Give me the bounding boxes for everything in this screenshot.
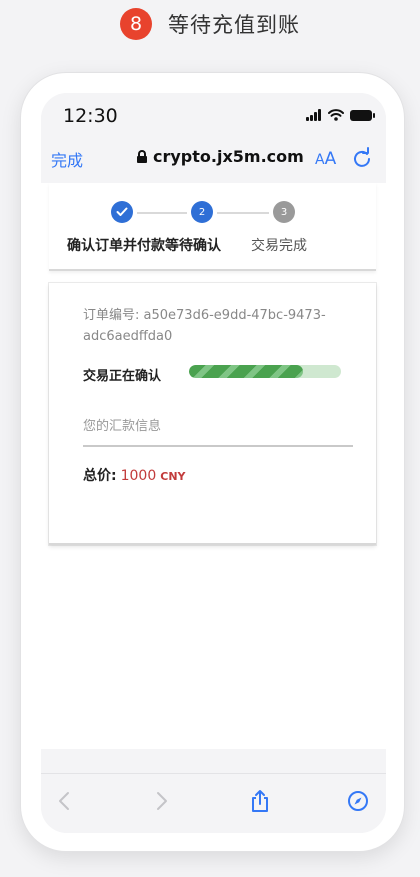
web-page: 2 3 确认订单并付款等待确认 交易完成 订单编号: a50e73d6-e9dd… [41,183,386,749]
share-icon [252,790,268,812]
step-3-indicator: 3 [273,201,295,223]
step-2-indicator: 2 [191,201,213,223]
status-time: 12:30 [63,105,118,127]
chevron-right-icon [157,792,167,810]
divider [83,445,353,447]
url-field[interactable]: crypto.jx5m.com [137,147,304,166]
phone-screen: 12:30 完成 crypto.jx5m.com AA 2 3 确认订单并付款等… [41,93,386,833]
phone-frame: 12:30 完成 crypto.jx5m.com AA 2 3 确认订单并付款等… [20,72,405,852]
order-card: 订单编号: a50e73d6-e9dd-47bc-9473-adc6aedffd… [49,283,376,545]
text-size-button[interactable]: AA [315,149,336,169]
status-icons [306,109,375,121]
step-1-2-labels: 确认订单并付款等待确认 [67,235,221,255]
order-id: 订单编号: a50e73d6-e9dd-47bc-9473-adc6aedffd… [83,305,333,347]
signal-icon [306,109,322,121]
back-button[interactable] [51,788,77,814]
order-id-label: 订单编号: [83,308,140,323]
check-icon [116,207,128,216]
battery-icon [350,109,375,121]
lock-icon [137,150,147,163]
remit-info-label: 您的汇款信息 [83,419,162,434]
wifi-icon [328,109,344,121]
step-connector-1 [137,212,187,214]
instruction-header: 8 等待充值到账 [0,6,420,42]
step-1-indicator [111,201,133,223]
compass-icon [348,791,368,811]
total-label: 总价: [83,468,117,484]
total-price: 总价: 1000 CNY [83,465,186,485]
url-text: crypto.jx5m.com [153,147,304,166]
step-1-label: 确认订单并付款 [67,238,165,254]
chevron-left-icon [59,792,69,810]
text-size-big-a: A [324,149,337,169]
browser-address-bar: 完成 crypto.jx5m.com AA [41,139,386,179]
compass-button[interactable] [345,788,371,814]
done-button[interactable]: 完成 [51,147,83,171]
transaction-progress-bar [189,365,341,378]
text-size-small-a: A [315,152,325,168]
share-button[interactable] [247,788,273,814]
step-number-badge: 8 [120,8,152,40]
total-value: 1000 [120,468,157,484]
progress-steps: 2 3 确认订单并付款等待确认 交易完成 [49,183,376,271]
forward-button[interactable] [149,788,175,814]
browser-toolbar [41,773,386,833]
status-bar: 12:30 [41,93,386,139]
reload-icon[interactable] [351,147,373,169]
step-connector-2 [217,212,269,214]
step-2-label: 等待确认 [165,238,221,254]
step-3-label: 交易完成 [251,238,307,254]
total-currency: CNY [160,470,186,483]
transaction-status-label: 交易正在确认 [83,369,162,384]
instruction-title: 等待充值到账 [168,13,300,37]
progress-fill [189,365,303,378]
